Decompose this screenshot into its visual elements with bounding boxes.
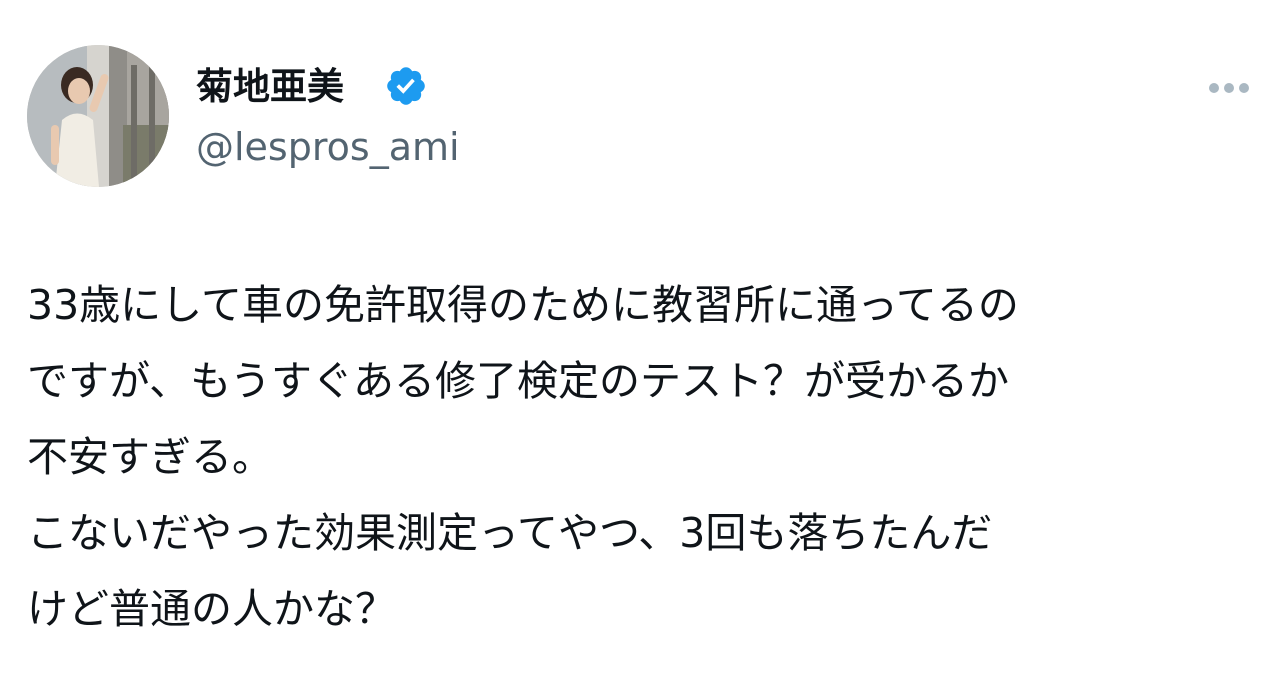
tweet-text-line: こないだやった効果測定ってやつ、3回も落ちたんだ — [27, 509, 993, 557]
display-name[interactable]: 菊地亜美 — [196, 60, 344, 114]
tweet-text: 33歳にして車の免許取得のために教習所に通ってるの ですが、もうすぐある修了検定… — [27, 267, 1257, 647]
tweet-text-line: けど普通の人かな？ — [27, 585, 396, 633]
avatar-photo — [27, 45, 169, 187]
tweet-card: 菊地亜美 @lespros_ami 33歳にして車の免許取得のために教習所に通っ… — [0, 0, 1275, 686]
user-handle[interactable]: @lespros_ami — [196, 120, 460, 174]
more-options-icon — [1209, 83, 1249, 93]
avatar[interactable] — [27, 45, 169, 187]
tweet-text-line: 33歳にして車の免許取得のために教習所に通ってるの — [27, 281, 1019, 329]
tweet-text-line: 不安すぎる。 — [27, 433, 273, 481]
verified-badge-icon — [384, 64, 428, 108]
more-options-button[interactable] — [1200, 68, 1258, 108]
tweet-text-line: ですが、もうすぐある修了検定のテスト？が受かるか — [27, 357, 1009, 405]
